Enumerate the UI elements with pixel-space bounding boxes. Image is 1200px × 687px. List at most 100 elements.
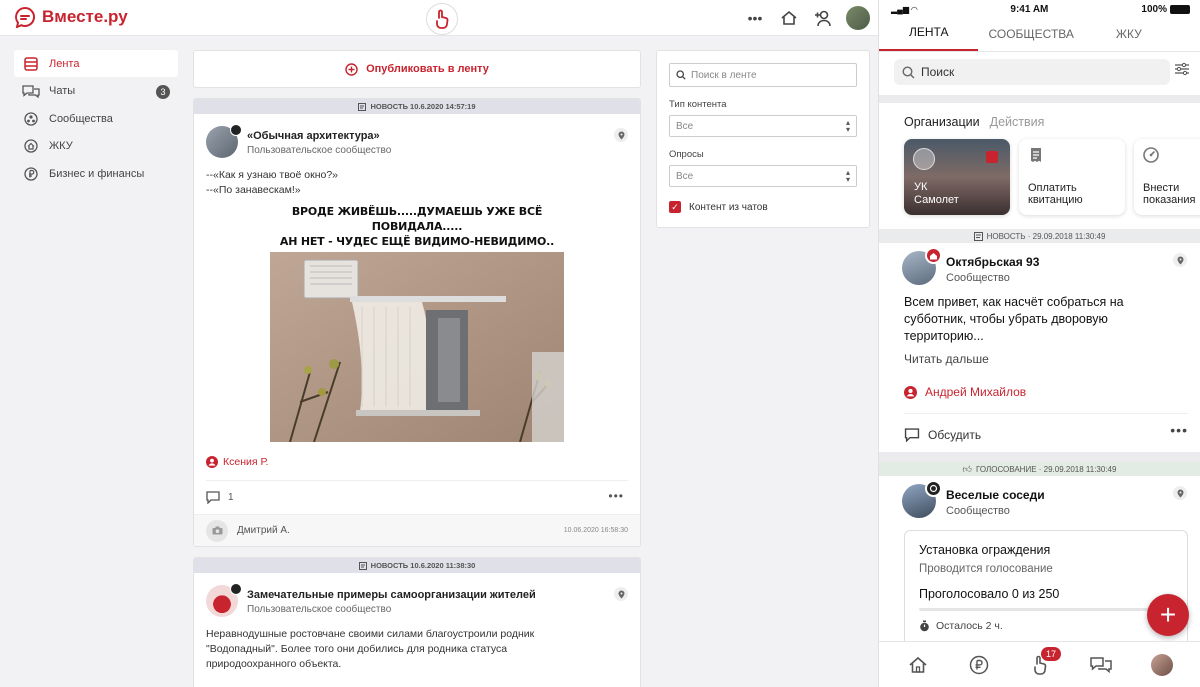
post-title[interactable]: Октябрьская 93 [946,255,1039,269]
post-subtitle: Сообщество [946,505,1010,517]
last-comment[interactable]: Дмитрий А. 10.06.2020 16:58:30 [194,514,640,546]
user-avatar[interactable] [846,6,870,30]
signal-icon: ▂▄▆ ◠ [891,4,918,14]
post-image[interactable]: ВРОДЕ ЖИВЁШЬ.....ДУМАЕШЬ УЖЕ ВСЁ ПОВИДАЛ… [270,204,564,442]
location-pin-icon[interactable] [1173,486,1187,500]
feed-search-input[interactable]: Поиск в ленте [669,63,857,87]
mobile-tabs: ЛЕНТА СООБЩЕСТВА ЖКУ [879,18,1200,52]
filter-settings-icon[interactable] [1174,62,1190,79]
plus-icon: + [1159,599,1177,630]
sidebar: Лента Чаты 3 Сообщества ЖКУ Бизнес и фин… [14,50,178,188]
post-actions: Обсудить ••• [879,414,1200,446]
content-type-value: Все [676,120,694,132]
sidebar-item-label: Чаты [49,85,76,97]
comments-count: 1 [228,492,234,503]
mobile-search-input[interactable]: Поиск [894,59,1170,85]
post-author-link[interactable]: Андрей Михайлов [879,366,1200,399]
card-label-line: Самолет [914,194,959,206]
create-post-fab[interactable]: + [1147,594,1189,636]
sidebar-item-chats[interactable]: Чаты 3 [14,78,178,105]
user-icon [904,385,917,399]
content-type-select[interactable]: Все ▴ ▾ [669,115,857,137]
sidebar-item-feed[interactable]: Лента [14,50,178,77]
comment-icon[interactable] [206,491,220,504]
read-more-link[interactable]: Читать дальше [879,345,1200,366]
zhku-icon [22,139,40,153]
tab-feed[interactable]: ЛЕНТА [879,25,979,51]
logo[interactable]: Вместе.ру [14,6,128,28]
chats-icon [1090,656,1112,673]
tab-zhku[interactable]: ЖКУ [1096,27,1164,51]
org-card-uk-samolet[interactable]: УК Самолет [904,139,1010,215]
nav-chats[interactable] [1088,652,1114,678]
post-text-line: --«Как я узнаю твоё окно?» [206,169,339,181]
post-menu-icon[interactable]: ••• [1170,422,1188,438]
poll-card[interactable]: Установка ограждения Проводится голосова… [904,530,1188,650]
org-cards: УК Самолет Оплатить квитанцию Внести пок… [879,129,1200,215]
post-author-name: Андрей Михайлов [925,385,1027,399]
communities-icon [22,111,40,126]
discuss-button[interactable]: Обсудить [928,428,981,442]
sidebar-item-communities[interactable]: Сообщества [14,105,178,132]
post-text-line: --«По занавескам!» [206,184,301,196]
mobile-view: ▂▄▆ ◠ 9:41 AM 100% ЛЕНТА СООБЩЕСТВА ЖКУ … [878,0,1200,687]
org-tab-actions[interactable]: Действия [990,115,1045,129]
location-pin-icon[interactable] [1173,253,1187,267]
user-icon [206,456,218,468]
location-pin-icon[interactable] [614,128,628,142]
add-user-icon[interactable] [812,7,834,29]
poll-time-left: Осталось 2 ч. [919,620,1173,632]
select-arrows-icon: ▴ ▾ [845,118,850,134]
more-icon[interactable]: ••• [744,7,766,29]
bottom-nav: 17 [879,641,1200,687]
post-header: НОВОСТЬ · 29.09.2018 11:30:49 [879,229,1200,243]
nav-profile[interactable] [1149,652,1175,678]
post-text-line: Неравнодушные ростовчане своими силами б… [206,628,535,640]
community-avatar[interactable] [902,480,942,518]
card-label-line: показания [1143,194,1196,206]
hand-icon [436,9,449,29]
tab-communities[interactable]: СООБЩЕСТВА [978,27,1095,51]
post-header-text: НОВОСТЬ · 29.09.2018 11:30:49 [986,231,1106,241]
community-avatar[interactable] [206,583,242,617]
post-subtitle: Сообщество [946,272,1010,284]
post-title[interactable]: Замечательные примеры самоорганизации жи… [247,589,536,601]
community-avatar[interactable] [902,247,942,285]
post-author-link[interactable]: Ксения Р. [194,442,640,468]
polls-value: Все [676,170,694,182]
battery-icon [1169,4,1190,14]
action-card-pay-receipt[interactable]: Оплатить квитанцию [1019,139,1125,215]
post-card: НОВОСТЬ 10.6.2020 14:57:19 «Обычная архи… [193,98,641,547]
filter-panel: Поиск в ленте Тип контента Все ▴ ▾ Опросы… [656,50,870,228]
post-header-text: ГОЛОСОВАНИЕ · 29.09.2018 11:30:49 [975,464,1117,474]
community-avatar[interactable] [206,124,242,158]
checkbox-checked-icon: ✓ [669,201,681,213]
comment-icon[interactable] [904,428,920,442]
post-menu-icon[interactable]: ••• [608,489,624,503]
search-icon [676,70,686,80]
community-badge-icon [230,124,242,136]
sidebar-item-business[interactable]: Бизнес и финансы [14,160,178,187]
ruble-icon [969,655,989,674]
nav-neighbors[interactable]: 17 [1027,646,1061,678]
sidebar-item-zhku[interactable]: ЖКУ [14,133,178,160]
section-divider [879,95,1200,103]
publish-button[interactable]: Опубликовать в ленту [193,50,641,88]
post-title[interactable]: Веселые соседи [946,488,1045,502]
chat-content-checkbox[interactable]: ✓ Контент из чатов [669,201,857,213]
org-tabs: Организации Действия [879,103,1200,129]
location-pin-icon[interactable] [614,587,628,601]
post-subtitle: Пользовательское сообщество [247,604,392,615]
status-time: 9:41 AM [1010,3,1049,15]
hand-logo-button[interactable] [426,3,458,35]
polls-select[interactable]: Все ▴ ▾ [669,165,857,187]
action-card-submit-readings[interactable]: Внести показания [1134,139,1200,215]
post-title[interactable]: «Обычная архитектура» [247,130,391,142]
org-tab-organizations[interactable]: Организации [904,115,980,129]
camera-icon [206,519,228,542]
nav-payments[interactable] [966,652,992,678]
nav-home[interactable] [905,652,931,678]
home-icon[interactable] [778,7,800,29]
meter-icon [1143,147,1159,163]
comment-time: 10.06.2020 16:58:30 [563,527,628,534]
